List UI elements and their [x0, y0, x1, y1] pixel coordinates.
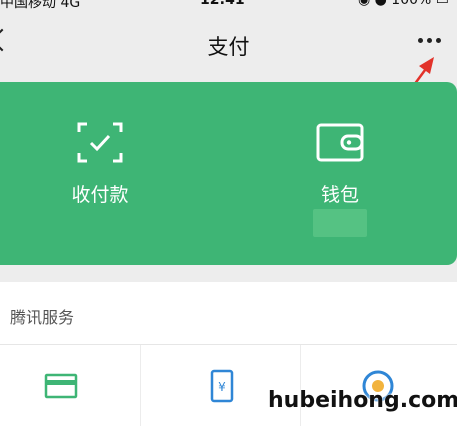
balance-blur [313, 209, 367, 237]
service-item-credit-card[interactable] [0, 345, 140, 426]
wallet-label: 钱包 [320, 184, 359, 206]
credit-card-icon [44, 373, 78, 399]
wallet-icon [316, 123, 364, 162]
section-title: 腾讯服务 [10, 308, 75, 327]
receive-pay-button[interactable]: 收付款 [20, 82, 180, 265]
service-item-wealth[interactable] [301, 345, 457, 426]
navigation-bar: 支付 [0, 14, 457, 74]
wallet-button[interactable]: 钱包 [260, 82, 420, 265]
watermark: hubeihong.com [268, 388, 457, 413]
mobile-recharge-icon: ¥ [210, 369, 234, 403]
battery-level: 100% [391, 0, 432, 8]
page-title: 支付 [207, 35, 250, 59]
more-options-icon[interactable] [418, 36, 448, 46]
status-time: 12:41 [200, 0, 245, 8]
status-right: ◉ ● 100% ▭ [358, 0, 449, 8]
svg-text:¥: ¥ [218, 380, 226, 394]
service-item-mobile-recharge[interactable]: ¥ [141, 345, 300, 426]
scan-qr-icon [77, 122, 123, 163]
status-bar: 中国移动 4G 12:41 ◉ ● 100% ▭ [0, 0, 457, 14]
payment-card: 收付款 钱包 [0, 82, 457, 265]
receive-pay-label: 收付款 [71, 184, 129, 206]
carrier-label: 中国移动 4G [0, 0, 81, 11]
